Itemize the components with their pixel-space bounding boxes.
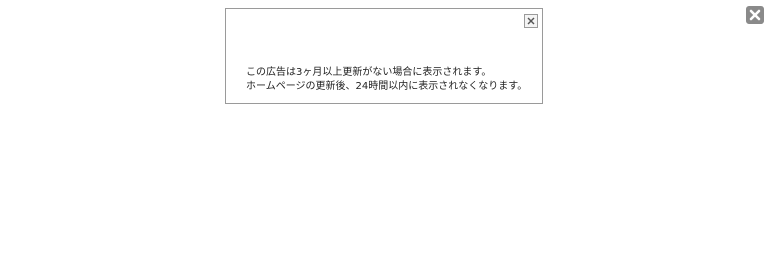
ad-notice-line-1: この広告は3ヶ月以上更新がない場合に表示されます。 [246,67,492,78]
ad-notice-box: この広告は3ヶ月以上更新がない場合に表示されます。 ホームページの更新後、24時… [225,8,543,104]
ad-notice-line-2: ホームページの更新後、24時間以内に表示されなくなります。 [246,81,528,92]
overlay-close-button[interactable] [746,6,764,24]
page: この広告は3ヶ月以上更新がない場合に表示されます。 ホームページの更新後、24時… [0,0,770,263]
ad-close-button[interactable] [524,14,538,28]
close-icon [527,17,535,25]
ad-notice-text: この広告は3ヶ月以上更新がない場合に表示されます。 ホームページの更新後、24時… [246,66,527,94]
close-icon [749,9,761,21]
